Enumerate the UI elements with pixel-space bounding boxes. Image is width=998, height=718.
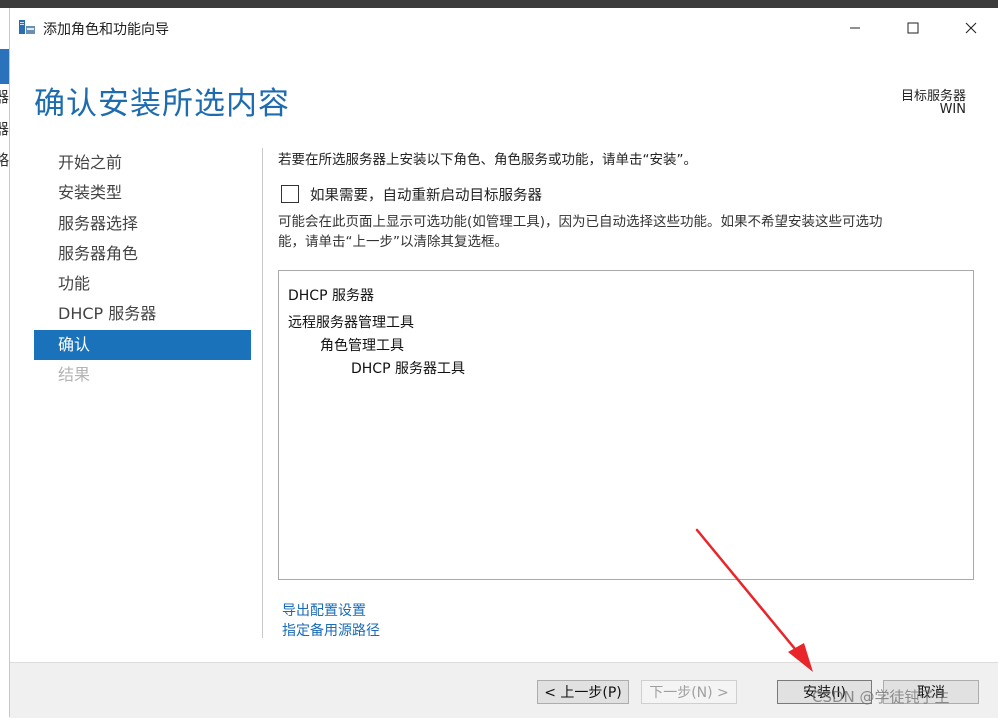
red-arrow-annotation xyxy=(695,528,813,672)
watermark-text: CSDN @学徒钝子生 xyxy=(812,688,950,706)
